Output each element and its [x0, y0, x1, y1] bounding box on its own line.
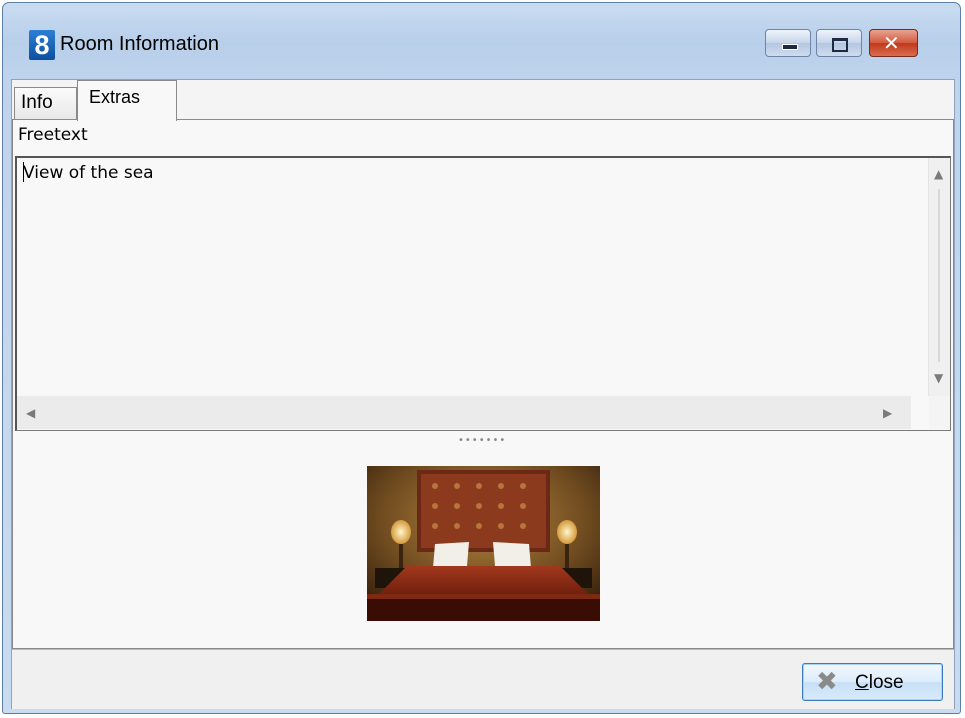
close-window-button[interactable]: ✕	[869, 29, 918, 57]
maximize-icon	[832, 38, 848, 52]
close-mnemonic: C	[855, 672, 869, 693]
scroll-right-icon[interactable]: ▶	[883, 407, 892, 419]
close-x-icon: ✖	[816, 667, 838, 697]
close-button[interactable]: ✖ Close	[802, 663, 943, 701]
button-bar: ✖ Close	[12, 649, 954, 709]
dialog-client: Info Extras Freetext View of the sea ▲ ▼…	[11, 79, 955, 709]
minimize-icon	[782, 44, 798, 50]
splitter-grip-icon[interactable]: •••••••	[458, 435, 506, 446]
scrollbar-corner	[929, 396, 950, 429]
tab-extras[interactable]: Extras	[77, 80, 177, 121]
tab-info[interactable]: Info	[14, 87, 77, 120]
scroll-down-icon[interactable]: ▼	[934, 372, 943, 384]
window-title: Room Information	[60, 33, 219, 55]
text-caret	[23, 162, 24, 182]
vertical-scroll-thumb[interactable]	[938, 189, 940, 362]
vertical-scrollbar[interactable]: ▲ ▼	[928, 158, 950, 396]
freetext-label: Freetext	[18, 125, 88, 145]
close-button-label: Close	[855, 672, 904, 694]
freetext-textarea[interactable]: View of the sea ▲ ▼ ◀ ▶	[15, 156, 951, 431]
minimize-button[interactable]	[765, 29, 811, 57]
bedroom-image	[367, 466, 600, 621]
scroll-left-icon[interactable]: ◀	[26, 407, 35, 419]
app-icon: 8	[29, 30, 55, 60]
title-bar[interactable]: 8 Room Information ✕	[3, 3, 960, 79]
freetext-value: View of the sea	[23, 163, 154, 183]
horizontal-scrollbar[interactable]: ◀ ▶	[17, 396, 911, 429]
room-information-window: 8 Room Information ✕ Info Extras Freetex…	[2, 2, 961, 714]
close-icon: ✕	[883, 31, 900, 55]
extras-tab-page: Freetext View of the sea ▲ ▼ ◀ ▶ •••••••	[12, 119, 954, 649]
room-photo	[367, 466, 600, 621]
scroll-up-icon[interactable]: ▲	[934, 168, 943, 180]
maximize-button[interactable]	[816, 29, 862, 57]
close-label-rest: lose	[868, 672, 904, 693]
